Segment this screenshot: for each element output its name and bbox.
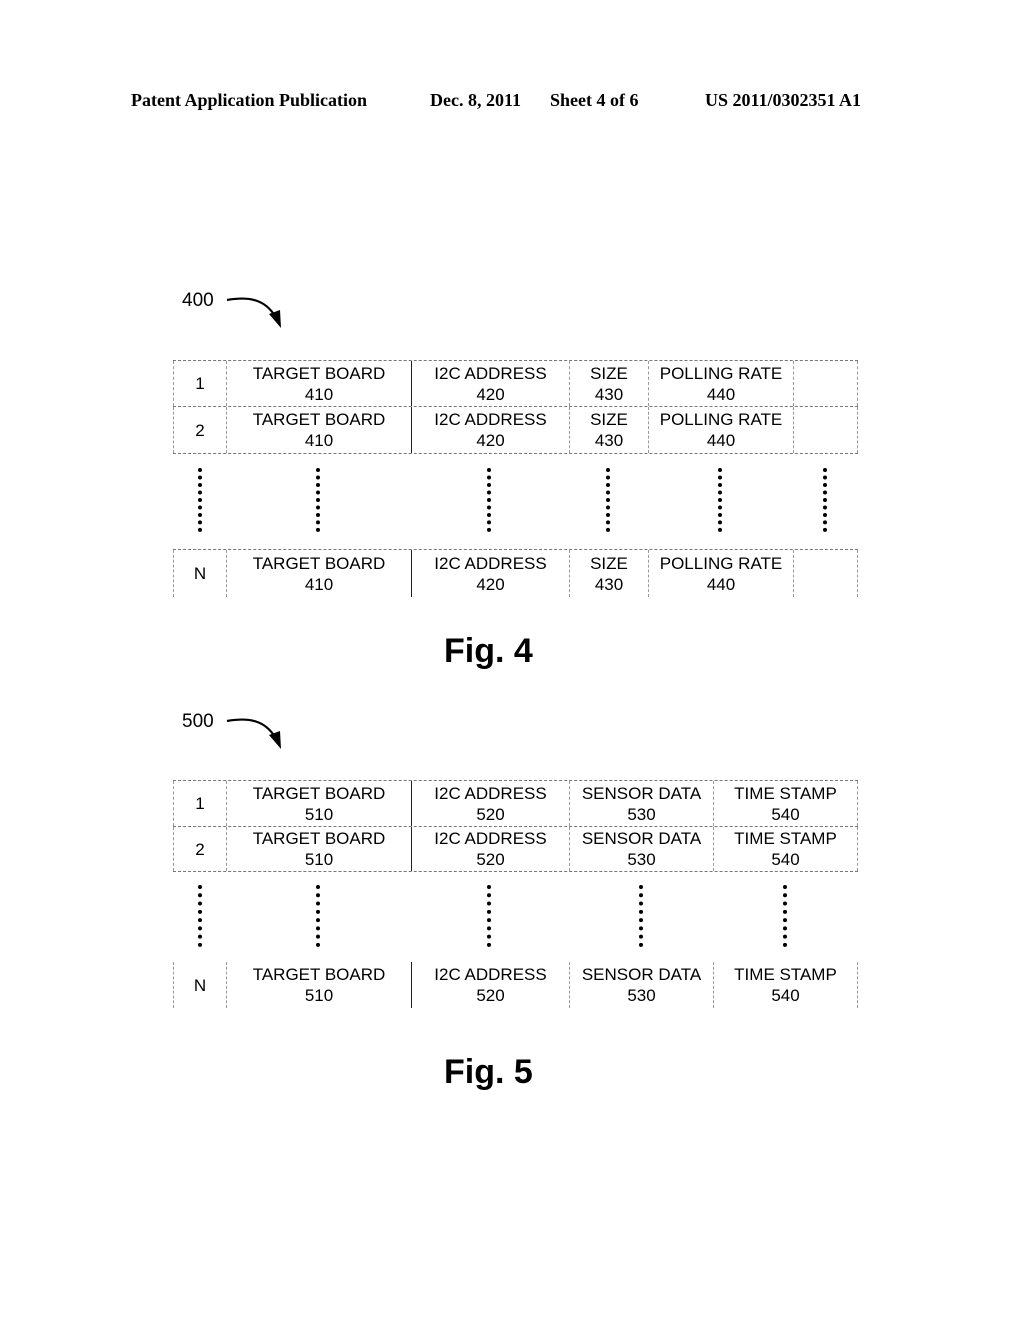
sheet-number: Sheet 4 of 6 (550, 90, 639, 110)
fig5-reference-arrow-icon (226, 718, 281, 749)
row-index: 1 (173, 781, 226, 826)
fig4-ellipsis-dots (198, 468, 202, 532)
empty-cell (793, 550, 858, 597)
fig5-caption: Fig. 5 (444, 1053, 533, 1091)
size-cell: SIZE 430 (569, 407, 648, 453)
sensor-data-cell: SENSOR DATA 530 (569, 962, 713, 1008)
target-board-cell: TARGET BOARD 410 (226, 361, 411, 406)
i2c-address-cell: I2C ADDRESS 420 (411, 407, 569, 453)
fig5-table-row-1: 1 TARGET BOARD 510 I2C ADDRESS 520 SENSOR … (173, 780, 858, 826)
row-index: N (173, 962, 226, 1008)
polling-rate-cell: POLLING RATE 440 (648, 361, 793, 406)
polling-rate-cell: POLLING RATE 440 (648, 550, 793, 597)
i2c-address-cell: I2C ADDRESS 520 (411, 781, 569, 826)
i2c-address-cell: I2C ADDRESS 520 (411, 962, 569, 1008)
row-index: 2 (173, 827, 226, 871)
fig4-table-row-n: N TARGET BOARD 410 I2C ADDRESS 420 SIZE 430… (173, 549, 858, 597)
empty-cell (793, 407, 858, 453)
i2c-address-cell: I2C ADDRESS 520 (411, 827, 569, 871)
time-stamp-cell: TIME STAMP 540 (713, 962, 858, 1008)
fig5-table-row-2: 2 TARGET BOARD 510 I2C ADDRESS 520 SENSOR … (173, 826, 858, 872)
row-index: 1 (173, 361, 226, 406)
patent-number: US 2011/0302351 A1 (705, 90, 862, 110)
fig5-ellipsis-dots (639, 885, 643, 947)
target-board-cell: TARGET BOARD 410 (226, 550, 411, 597)
size-cell: SIZE 430 (569, 550, 648, 597)
sensor-data-cell: SENSOR DATA 530 (569, 827, 713, 871)
time-stamp-cell: TIME STAMP 540 (713, 827, 858, 871)
size-cell: SIZE 430 (569, 361, 648, 406)
fig5-reference-number: 500 (182, 711, 214, 732)
target-board-cell: TARGET BOARD 410 (226, 407, 411, 453)
target-board-cell: TARGET BOARD 510 (226, 962, 411, 1008)
fig4-ellipsis-dots (718, 468, 722, 532)
fig4-table-row-1: 1 TARGET BOARD 410 I2C ADDRESS 420 SIZE 430… (173, 360, 858, 406)
fig5-ellipsis-dots (316, 885, 320, 947)
i2c-address-cell: I2C ADDRESS 420 (411, 550, 569, 597)
time-stamp-cell: TIME STAMP 540 (713, 781, 858, 826)
sensor-data-cell: SENSOR DATA 530 (569, 781, 713, 826)
i2c-address-cell: I2C ADDRESS 420 (411, 361, 569, 406)
fig4-caption: Fig. 4 (444, 632, 533, 670)
row-index: N (173, 550, 226, 597)
fig4-ellipsis-dots (316, 468, 320, 532)
fig4-reference-arrow-icon (226, 297, 281, 328)
fig5-ellipsis-dots (198, 885, 202, 947)
target-board-cell: TARGET BOARD 510 (226, 827, 411, 871)
fig4-ellipsis-dots (487, 468, 491, 532)
empty-cell (793, 361, 858, 406)
publication-label: Patent Application Publication (131, 90, 368, 110)
fig4-ellipsis-dots (823, 468, 827, 532)
fig5-table-row-n: N TARGET BOARD 510 I2C ADDRESS 520 SENSOR … (173, 962, 858, 1008)
fig4-reference-number: 400 (182, 290, 214, 311)
target-board-cell: TARGET BOARD 510 (226, 781, 411, 826)
fig5-ellipsis-dots (783, 885, 787, 947)
fig5-ellipsis-dots (487, 885, 491, 947)
fig4-table-row-2: 2 TARGET BOARD 410 I2C ADDRESS 420 SIZE 430… (173, 406, 858, 454)
fig4-ellipsis-dots (606, 468, 610, 532)
row-index: 2 (173, 407, 226, 453)
polling-rate-cell: POLLING RATE 440 (648, 407, 793, 453)
publication-date: Dec. 8, 2011 (430, 90, 521, 110)
